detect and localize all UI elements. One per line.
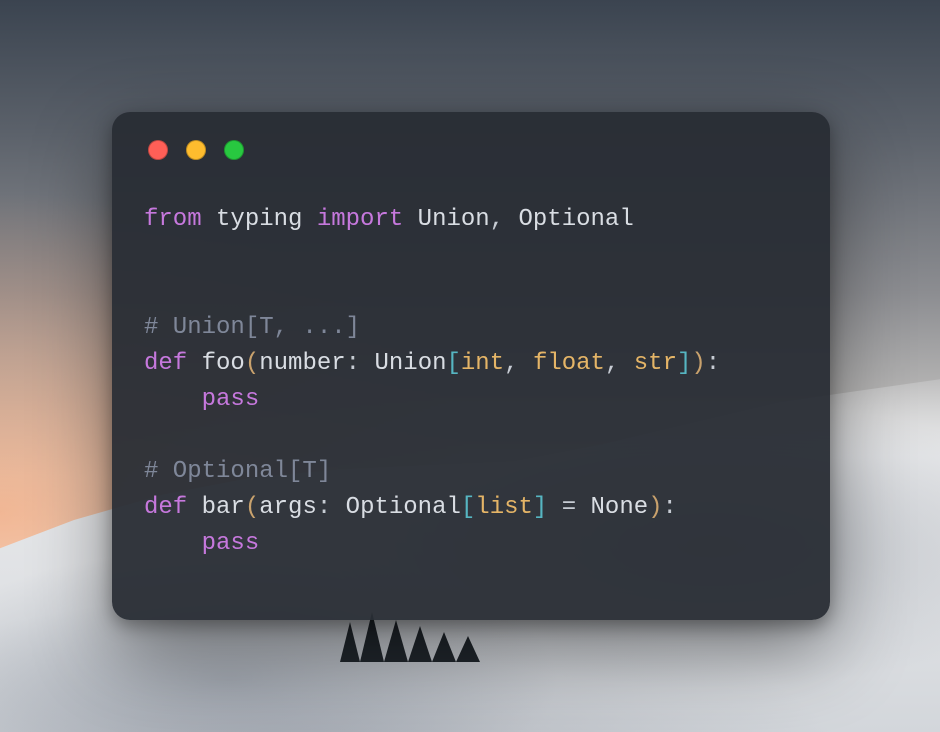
code-block: from typing import Union, Optional # Uni… — [144, 202, 798, 562]
close-icon[interactable] — [148, 140, 168, 160]
paren-open: ( — [245, 350, 259, 377]
keyword-def: def — [144, 494, 187, 521]
bracket-close: ] — [677, 350, 691, 377]
import-optional: Optional — [519, 206, 634, 233]
keyword-import: import — [317, 206, 403, 233]
traffic-lights — [148, 140, 798, 160]
type-optional: Optional — [346, 494, 461, 521]
param-args: args — [259, 494, 317, 521]
zoom-icon[interactable] — [224, 140, 244, 160]
colon-end: : — [706, 350, 720, 377]
paren-close: ) — [691, 350, 705, 377]
func-bar: bar — [202, 494, 245, 521]
builtin-int: int — [461, 350, 504, 377]
builtin-list: list — [475, 494, 533, 521]
code-window: from typing import Union, Optional # Uni… — [112, 112, 830, 620]
func-foo: foo — [202, 350, 245, 377]
type-union: Union — [374, 350, 446, 377]
colon: : — [317, 494, 331, 521]
colon-end: : — [663, 494, 677, 521]
paren-open: ( — [245, 494, 259, 521]
colon: : — [346, 350, 360, 377]
bracket-open: [ — [461, 494, 475, 521]
comment-union: # Union[T, ...] — [144, 314, 360, 341]
keyword-pass: pass — [202, 530, 260, 557]
bracket-open: [ — [447, 350, 461, 377]
builtin-str: str — [634, 350, 677, 377]
paren-close: ) — [648, 494, 662, 521]
builtin-float: float — [533, 350, 605, 377]
keyword-from: from — [144, 206, 202, 233]
bracket-close: ] — [533, 494, 547, 521]
const-none: None — [591, 494, 649, 521]
comma: , — [490, 206, 504, 233]
import-union: Union — [418, 206, 490, 233]
keyword-pass: pass — [202, 386, 260, 413]
param-number: number — [259, 350, 345, 377]
minimize-icon[interactable] — [186, 140, 206, 160]
comma: , — [504, 350, 518, 377]
comma: , — [605, 350, 619, 377]
module-name: typing — [216, 206, 302, 233]
comment-optional: # Optional[T] — [144, 458, 331, 485]
keyword-def: def — [144, 350, 187, 377]
equals: = — [562, 494, 576, 521]
